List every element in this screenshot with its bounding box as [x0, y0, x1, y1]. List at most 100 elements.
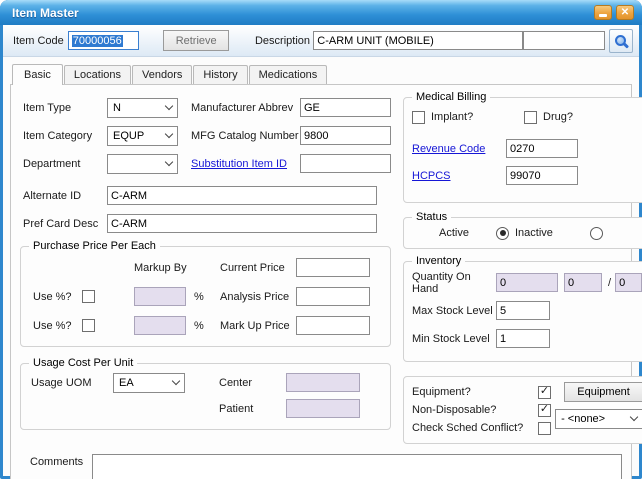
minimize-button[interactable]: [594, 5, 612, 20]
center-input[interactable]: [286, 373, 360, 392]
use-pct-label-1: Use %?: [33, 291, 72, 303]
item-code-input[interactable]: 70000056: [68, 31, 140, 50]
current-price-label: Current Price: [220, 262, 292, 274]
item-type-label: Item Type: [20, 102, 107, 114]
equipment-button[interactable]: Equipment: [564, 382, 642, 402]
window-body: Item Code 70000056 Retrieve Description …: [3, 25, 639, 476]
quantity-on-hand-input-1: 0: [496, 273, 558, 292]
hcpcs-link[interactable]: HCPCS: [412, 170, 506, 182]
status-group-title: Status: [412, 211, 451, 223]
max-stock-level-label: Max Stock Level: [412, 305, 496, 317]
header-bar: Item Code 70000056 Retrieve Description …: [3, 25, 639, 57]
check-sched-conflict-checkbox[interactable]: [538, 422, 551, 435]
mfg-catalog-label: MFG Catalog Number: [191, 130, 300, 142]
markup-by-label: Markup By: [134, 262, 186, 274]
item-type-select[interactable]: N: [107, 98, 178, 118]
substitution-item-id-link[interactable]: Substitution Item ID: [191, 158, 300, 170]
department-select[interactable]: [107, 154, 178, 174]
comments-section: Comments: [20, 454, 624, 479]
active-radio[interactable]: [496, 227, 509, 240]
pref-card-desc-input[interactable]: C-ARM: [107, 214, 377, 233]
equipment-checkbox[interactable]: [538, 386, 551, 399]
pref-card-desc-value: C-ARM: [111, 218, 147, 230]
revenue-code-value: 0270: [510, 143, 534, 155]
mfg-catalog-value: 9800: [304, 130, 328, 142]
close-button[interactable]: ✕: [616, 5, 634, 20]
comments-label: Comments: [30, 454, 92, 479]
qoh-value-3: 0: [619, 277, 625, 289]
tab-basic[interactable]: Basic: [12, 64, 63, 85]
markup-by-input-2[interactable]: [134, 316, 186, 335]
current-price-input[interactable]: [296, 258, 370, 277]
close-icon: ✕: [621, 8, 629, 18]
manufacturer-abbrev-input[interactable]: GE: [300, 98, 391, 117]
percent-sign-1: %: [194, 291, 208, 303]
usage-uom-value: EA: [119, 377, 134, 389]
titlebar-buttons: ✕: [594, 5, 634, 20]
tab-locations[interactable]: Locations: [64, 65, 131, 84]
patient-input[interactable]: [286, 399, 360, 418]
use-pct-label-2: Use %?: [33, 320, 72, 332]
item-code-selected-text: 70000056: [72, 35, 123, 47]
use-pct-checkbox-2[interactable]: [82, 319, 95, 332]
alternate-id-input[interactable]: C-ARM: [107, 186, 377, 205]
usage-uom-select[interactable]: EA: [113, 373, 185, 393]
inactive-radio[interactable]: [590, 227, 603, 240]
drug-checkbox[interactable]: [524, 111, 537, 124]
quantity-on-hand-label: Quantity On Hand: [412, 271, 496, 295]
comments-textarea[interactable]: [92, 454, 622, 479]
revenue-code-link[interactable]: Revenue Code: [412, 143, 506, 155]
revenue-code-input[interactable]: 0270: [506, 139, 578, 158]
implant-label: Implant?: [431, 111, 473, 123]
patient-label: Patient: [219, 403, 277, 415]
description-label: Description: [255, 35, 313, 47]
tab-strip: Basic Locations Vendors History Medicati…: [10, 63, 632, 84]
usage-cost-group-title: Usage Cost Per Unit: [29, 357, 137, 369]
description-input[interactable]: C-ARM UNIT (MOBILE): [313, 31, 522, 50]
use-pct-checkbox-1[interactable]: [82, 290, 95, 303]
check-sched-conflict-label: Check Sched Conflict?: [412, 422, 538, 434]
search-icon: [615, 35, 626, 46]
description-value: C-ARM UNIT (MOBILE): [317, 35, 434, 47]
implant-checkbox[interactable]: [412, 111, 425, 124]
item-category-select[interactable]: EQUP: [107, 126, 178, 146]
tab-vendors[interactable]: Vendors: [132, 65, 192, 84]
tab-history[interactable]: History: [193, 65, 247, 84]
markup-price-input[interactable]: [296, 316, 370, 335]
percent-sign-2: %: [194, 320, 208, 332]
department-label: Department: [20, 158, 107, 170]
chevron-down-icon: [165, 101, 173, 109]
chevron-down-icon: [165, 157, 173, 165]
titlebar: Item Master ✕: [0, 0, 642, 25]
analysis-price-input[interactable]: [296, 287, 370, 306]
mfg-catalog-input[interactable]: 9800: [300, 126, 391, 145]
main-area: Basic Locations Vendors History Medicati…: [3, 57, 639, 479]
chevron-down-icon: [172, 376, 180, 384]
hcpcs-input[interactable]: 99070: [506, 166, 578, 185]
sched-conflict-select[interactable]: - <none>: [555, 409, 642, 429]
retrieve-button[interactable]: Retrieve: [163, 30, 229, 51]
usage-uom-label: Usage UOM: [29, 377, 113, 389]
non-disposable-label: Non-Disposable?: [412, 404, 538, 416]
substitution-item-id-input[interactable]: [300, 154, 391, 173]
max-stock-level-input[interactable]: 5: [496, 301, 550, 320]
item-category-label: Item Category: [20, 130, 107, 142]
quick-search-input[interactable]: [523, 31, 605, 50]
purchase-price-group: Purchase Price Per Each Markup By Curren…: [20, 246, 391, 347]
tab-page-basic: Item Type N Manufacturer Abbrev GE Item …: [10, 84, 632, 479]
hcpcs-value: 99070: [510, 170, 541, 182]
drug-label: Drug?: [543, 111, 573, 123]
markup-by-input-1[interactable]: [134, 287, 186, 306]
max-stock-value: 5: [500, 305, 506, 317]
alternate-id-value: C-ARM: [111, 190, 147, 202]
inventory-group: Inventory Quantity On Hand 0 0 / 0 Max S…: [403, 261, 642, 362]
status-group: Status Active Inactive: [403, 217, 642, 249]
right-column: Medical Billing Implant? Drug?: [403, 97, 642, 444]
center-label: Center: [219, 377, 277, 389]
quantity-on-hand-input-3: 0: [615, 273, 642, 292]
manufacturer-abbrev-label: Manufacturer Abbrev: [191, 102, 300, 114]
min-stock-level-input[interactable]: 1: [496, 329, 550, 348]
non-disposable-checkbox[interactable]: [538, 404, 551, 417]
search-button[interactable]: [609, 29, 633, 53]
tab-medications[interactable]: Medications: [249, 65, 328, 84]
